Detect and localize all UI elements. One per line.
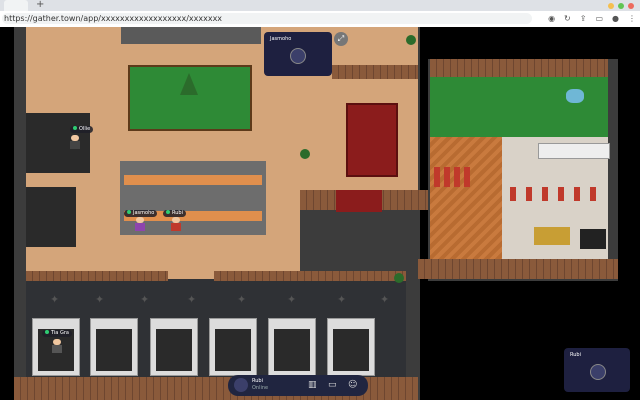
floor-star-icon: ✦ — [50, 293, 60, 306]
focus-booth[interactable] — [209, 318, 257, 376]
video-tile-label: Jasmoho — [270, 36, 292, 42]
plant-icon — [406, 35, 416, 45]
video-avatar — [590, 364, 606, 380]
focus-brick-wall-left — [26, 271, 168, 281]
bottom-toolbar: Rubi Online ▥ ▭ ☺ — [228, 375, 368, 396]
new-tab-button[interactable]: + — [36, 0, 44, 10]
avatar[interactable] — [171, 217, 181, 231]
focus-booth[interactable] — [150, 318, 198, 376]
kitchen-counter — [538, 143, 610, 159]
meeting-brick-wall — [332, 65, 418, 79]
screen-share-icon[interactable]: ▭ — [328, 380, 337, 390]
share-icon[interactable]: ⇪ — [580, 14, 587, 23]
expand-icon[interactable]: ⤢ — [334, 32, 348, 46]
floor-star-icon: ✦ — [337, 293, 347, 306]
private-room-top — [26, 113, 90, 173]
tab-icon[interactable]: ▭ — [595, 14, 603, 23]
online-dot-icon — [166, 210, 170, 214]
plant-icon — [394, 273, 404, 283]
nametag: Tia Gra — [42, 330, 72, 337]
cafe-stools — [434, 167, 474, 187]
entrance-rug — [336, 190, 382, 212]
user-avatar[interactable] — [234, 378, 248, 392]
top-floor — [26, 27, 121, 47]
floor-star-icon: ✦ — [140, 293, 150, 306]
right-brick-wall — [418, 259, 618, 279]
floor-star-icon: ✦ — [237, 293, 247, 306]
profile-icon[interactable]: ● — [612, 14, 619, 23]
address-bar: https://gather.town/app/xxxxxxxxxxxxxxxx… — [0, 11, 640, 28]
lounge-garden — [430, 77, 608, 137]
floor-star-icon: ✦ — [380, 293, 390, 306]
garden-patch — [128, 65, 252, 131]
private-room-bottom — [26, 187, 76, 247]
lounge-rug — [534, 227, 570, 245]
nametag-label: Rubi — [172, 210, 183, 216]
floor-star-icon: ✦ — [287, 293, 297, 306]
map-icon[interactable]: ▥ — [308, 380, 317, 390]
nametag-label: Tia Gra — [51, 330, 69, 336]
plant-icon — [300, 149, 310, 159]
top-counter — [121, 27, 261, 44]
online-dot-icon — [127, 210, 131, 214]
video-tile-top[interactable]: Jasmoho — [264, 32, 332, 76]
menu-icon[interactable]: ⋮ — [628, 14, 636, 23]
nametag-label: Jasmoho — [133, 210, 155, 216]
minimize-icon[interactable] — [608, 3, 614, 9]
meeting-table — [346, 103, 398, 177]
nametag: Rubi — [163, 210, 186, 217]
avatar[interactable] — [135, 217, 145, 231]
floor-star-icon: ✦ — [95, 293, 105, 306]
online-dot-icon — [73, 126, 77, 130]
video-tile-bottom[interactable]: Rubi — [564, 348, 630, 392]
toolbar-icons: ◉ ↻ ⇪ ▭ ● ⋮ — [548, 14, 636, 23]
emoji-icon[interactable]: ☺ — [348, 380, 357, 390]
browser-chrome: + https://gather.town/app/xxxxxxxxxxxxxx… — [0, 0, 640, 28]
floor-star-icon: ✦ — [187, 293, 197, 306]
focus-brick-wall-right — [214, 271, 406, 281]
piano — [580, 229, 606, 249]
fountain — [566, 89, 584, 103]
avatar[interactable] — [70, 135, 80, 149]
video-tile-label: Rubi — [570, 352, 581, 358]
user-name: Rubi — [252, 378, 263, 384]
video-avatar — [290, 48, 306, 64]
focus-booth[interactable] — [327, 318, 375, 376]
online-dot-icon — [45, 330, 49, 334]
extension-icon[interactable]: ◉ — [548, 14, 555, 23]
reload-icon[interactable]: ↻ — [564, 14, 571, 23]
tab-bar: + — [0, 0, 640, 11]
browser-tab[interactable] — [4, 0, 28, 11]
lounge-brick-wall — [430, 59, 608, 77]
cafe-floor — [430, 137, 502, 259]
nametag: Ollie — [70, 126, 94, 133]
nametag-label: Ollie — [79, 126, 91, 132]
bar-stools — [510, 187, 604, 201]
game-map[interactable]: ✦ ✦ ✦ ✦ ✦ ✦ ✦ ✦ Ollie Jasmoho Rubi Tia G… — [0, 27, 640, 400]
focus-booth[interactable] — [268, 318, 316, 376]
user-status: Online — [252, 385, 269, 391]
desk-row-top — [124, 175, 262, 185]
avatar[interactable] — [52, 339, 62, 353]
close-icon[interactable] — [628, 3, 634, 9]
focus-booth[interactable] — [90, 318, 138, 376]
window-controls — [608, 3, 634, 9]
nametag: Jasmoho — [124, 210, 158, 217]
maximize-icon[interactable] — [618, 3, 624, 9]
url-field[interactable]: https://gather.town/app/xxxxxxxxxxxxxxxx… — [2, 13, 532, 24]
